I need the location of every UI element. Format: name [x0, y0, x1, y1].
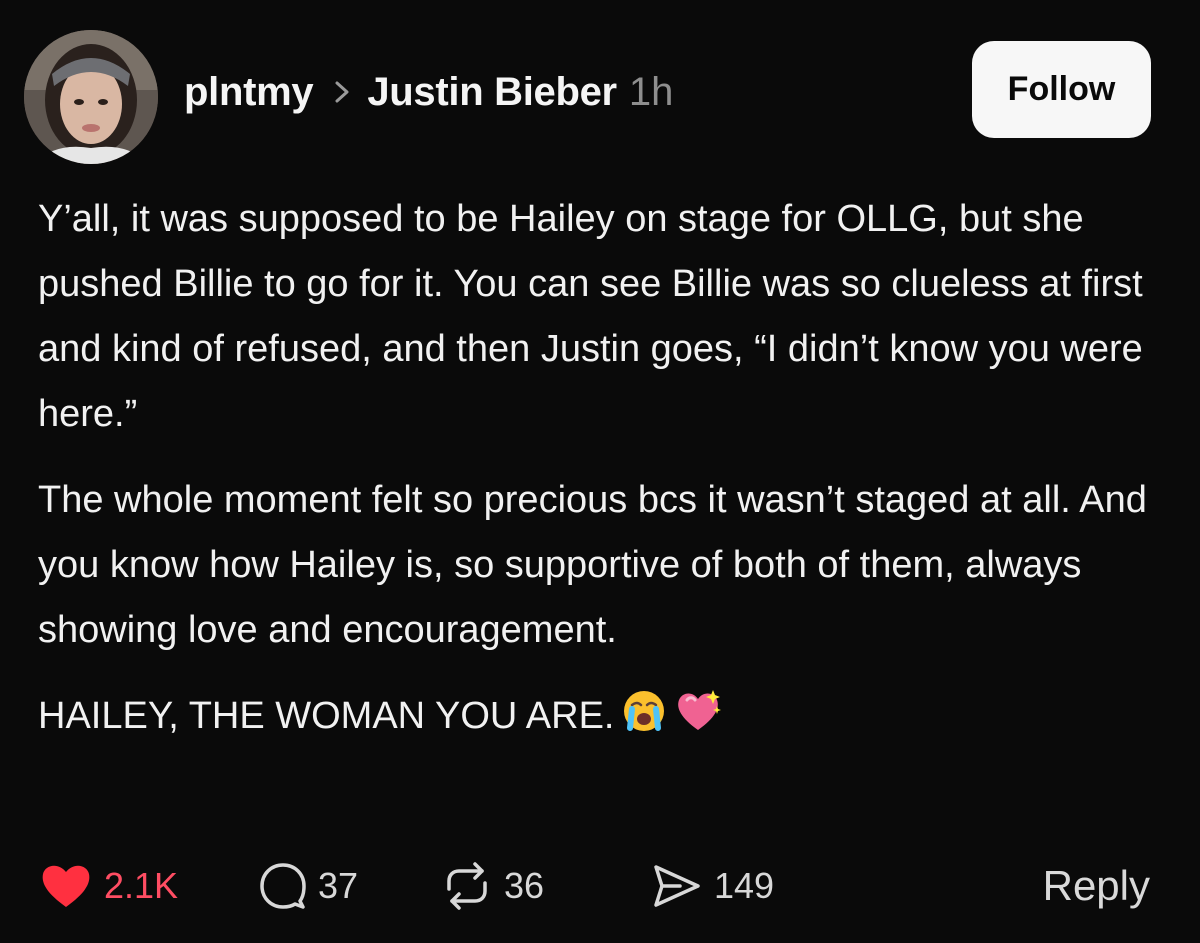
avatar[interactable]	[24, 30, 158, 164]
reply-button[interactable]: Reply	[1043, 855, 1150, 917]
repost-button[interactable]: 36	[440, 855, 544, 917]
comment-bubble-icon	[258, 861, 308, 911]
share-button[interactable]: 149	[650, 855, 774, 917]
post-body: Y’all, it was supposed to be Hailey on s…	[38, 187, 1148, 776]
send-icon	[650, 861, 704, 911]
repost-count: 36	[504, 865, 545, 906]
heart-icon	[38, 861, 94, 911]
follow-button[interactable]: Follow	[972, 41, 1151, 138]
chevron-right-icon	[331, 79, 353, 105]
post-paragraph: Y’all, it was supposed to be Hailey on s…	[38, 198, 1143, 435]
avatar-image	[24, 30, 158, 164]
topic-tag[interactable]: Justin Bieber	[367, 70, 617, 115]
repost-icon	[440, 861, 494, 911]
thread-post: plntmy Justin Bieber 1h Follow Y’all, it…	[0, 0, 1200, 943]
sparkling-heart-icon	[673, 688, 723, 755]
comment-count: 37	[318, 865, 359, 906]
loudly-crying-face-icon	[621, 688, 667, 755]
username[interactable]: plntmy	[184, 70, 314, 115]
action-bar: 2.1K 37 36 149 Reply	[38, 855, 1150, 917]
post-paragraph: The whole moment felt so precious bcs it…	[38, 479, 1147, 651]
post-paragraph-last: HAILEY, THE WOMAN YOU ARE.	[38, 684, 1148, 755]
share-count: 149	[714, 865, 775, 906]
timestamp: 1h	[628, 69, 674, 114]
post-paragraph-text: HAILEY, THE WOMAN YOU ARE.	[38, 695, 615, 737]
like-button[interactable]: 2.1K	[38, 855, 178, 917]
post-header: plntmy Justin Bieber 1h	[184, 64, 673, 120]
comment-button[interactable]: 37	[258, 855, 358, 917]
like-count: 2.1K	[104, 865, 179, 906]
